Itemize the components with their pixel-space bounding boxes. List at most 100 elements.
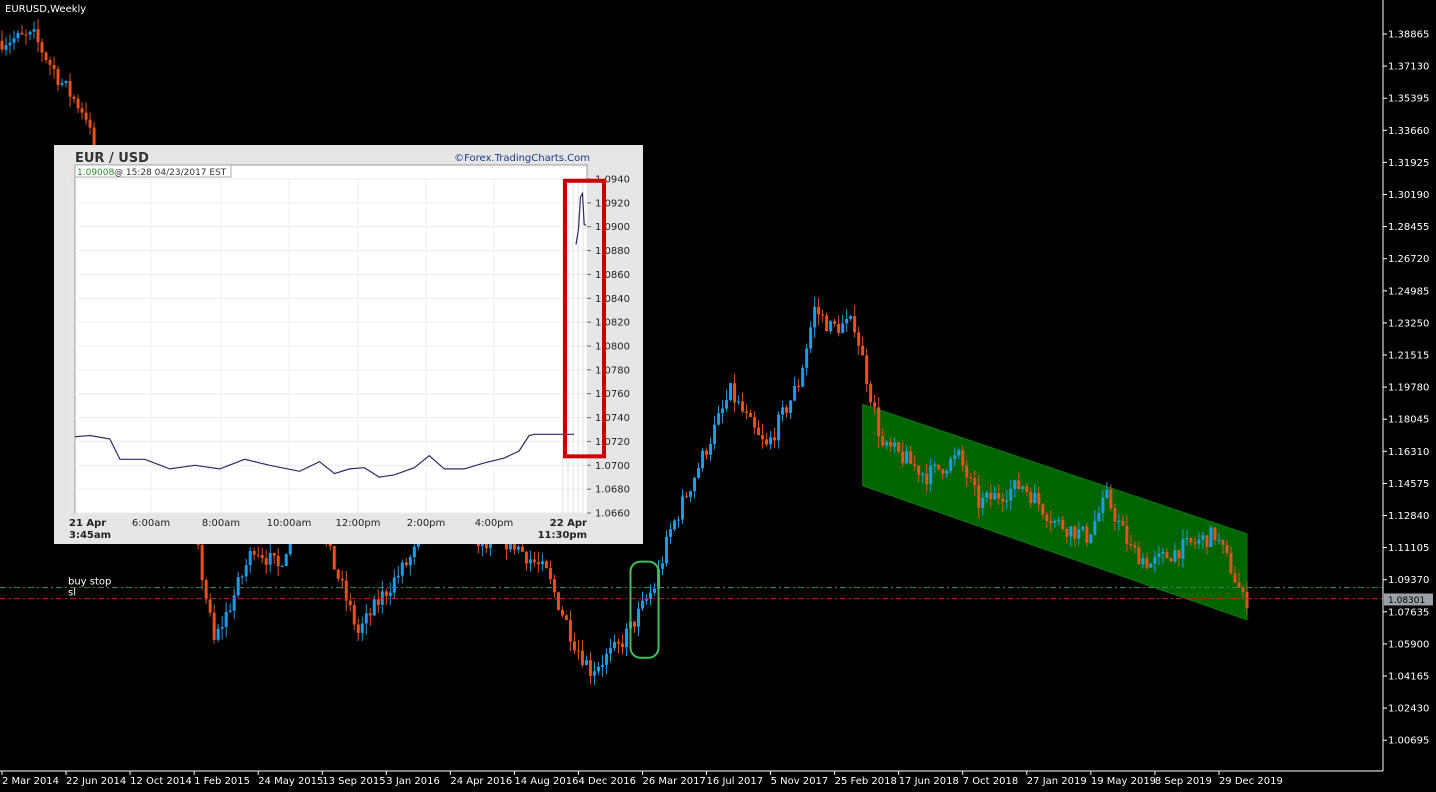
candle-body (332, 545, 336, 570)
candle-body (68, 80, 72, 97)
candle-body (632, 621, 636, 627)
candle-body (1153, 557, 1157, 564)
candle-body (624, 628, 628, 648)
inset-y-tick-label: 1.0920 (595, 198, 630, 209)
candle-body (1149, 563, 1153, 568)
candle-body (1213, 527, 1217, 541)
inset-x-tick-label: 12:00pm (336, 518, 381, 529)
candle-body (809, 327, 813, 349)
candle-body (825, 315, 829, 332)
candle-body (208, 599, 212, 613)
candle-body (60, 83, 64, 85)
candle-body (1145, 558, 1149, 568)
candle-body (1113, 508, 1117, 522)
candle-body (520, 546, 524, 552)
candle-body (44, 52, 48, 60)
candle-body (833, 321, 837, 324)
candle-body (845, 319, 849, 324)
candle-body (4, 45, 8, 50)
candle-body (901, 451, 905, 464)
candle-body (1013, 480, 1017, 489)
inset-quote-info: @ 15:28 04/23/2017 EST (114, 168, 227, 178)
candle-body (741, 401, 745, 412)
candle-body (945, 471, 949, 474)
inset-y-tick-label: 1.0720 (595, 437, 630, 448)
candle-body (725, 400, 729, 409)
candle-body (228, 610, 232, 612)
candle-body (801, 367, 805, 387)
candle-body (1201, 535, 1205, 540)
price-tick-label: 1.11105 (1388, 543, 1429, 554)
candle-body (368, 613, 372, 616)
candle-body (1065, 529, 1069, 537)
date-axis[interactable]: 2 Mar 2014 22 Jun 2014 12 Oct 2014 1 Feb 20… (1, 771, 1283, 787)
candle-body (881, 436, 885, 446)
candle-body (80, 108, 84, 113)
candle-body (849, 316, 853, 320)
candle-body (224, 611, 228, 628)
candle-body (240, 576, 244, 578)
price-tick-label: 1.23250 (1388, 318, 1429, 329)
date-tick-label: 13 Sep 2015 (322, 776, 385, 787)
candle-body (364, 613, 368, 624)
candle-body (1197, 539, 1201, 544)
inset-y-tick-label: 1.0800 (595, 342, 630, 353)
candle-body (693, 477, 697, 492)
candle-body (568, 619, 572, 642)
inset-screenshot-panel: 1.0940 1.0920 1.0900 1.0880 1.0860 1.0840 1.08… (54, 145, 643, 544)
candle-body (1037, 493, 1041, 505)
candle-body (212, 612, 216, 640)
candle-body (388, 592, 392, 596)
candle-body (813, 306, 817, 328)
price-tick-label: 1.21515 (1388, 351, 1429, 362)
candle-body (200, 544, 204, 581)
candle-body (973, 478, 977, 486)
candle-body (761, 434, 765, 440)
candle-body (76, 98, 80, 109)
candle-body (929, 466, 933, 485)
candle-body (588, 660, 592, 676)
candle-body (1053, 520, 1057, 523)
candle-body (821, 314, 825, 316)
candle-body (1209, 527, 1213, 548)
candle-body (1009, 488, 1013, 501)
candle-body (24, 34, 28, 36)
order-line-label: buy stop (68, 576, 111, 587)
candle-body (12, 38, 16, 43)
date-tick-label: 7 Oct 2018 (963, 776, 1018, 787)
candle-body (576, 650, 580, 652)
inset-y-tick-label: 1.0760 (595, 389, 630, 400)
candle-body (1005, 500, 1009, 502)
candle-body (524, 551, 528, 564)
candle-body (1109, 489, 1113, 509)
price-tick-label: 1.31925 (1388, 158, 1429, 169)
candle-body (1245, 591, 1249, 609)
price-tick-label: 1.12840 (1388, 511, 1429, 522)
candle-body (1089, 534, 1093, 543)
candle-body (84, 112, 88, 120)
candle-body (408, 557, 412, 566)
candle-body (1033, 493, 1037, 504)
date-tick-label: 26 Mar 2017 (643, 776, 706, 787)
inset-x-tick-label: 6:00am (132, 518, 170, 529)
candle-body (396, 575, 400, 578)
date-tick-label: 16 Jul 2017 (707, 776, 764, 787)
candle-body (681, 496, 685, 520)
candle-body (268, 552, 272, 565)
candle-body (620, 643, 624, 648)
candle-body (969, 477, 973, 479)
date-tick-label: 27 Jan 2019 (1027, 776, 1087, 787)
candle-body (829, 321, 833, 332)
candle-body (16, 32, 20, 39)
candle-body (1181, 539, 1185, 559)
inset-y-tick-label: 1.0740 (595, 413, 630, 424)
candle-body (1177, 550, 1181, 559)
candle-body (885, 441, 889, 446)
candle-body (841, 323, 845, 333)
date-tick-label: 22 Jun 2014 (66, 776, 126, 787)
candle-body (8, 42, 12, 46)
candle-body (721, 408, 725, 414)
candle-body (536, 562, 540, 565)
candle-body (677, 519, 681, 521)
candle-body (564, 615, 568, 620)
